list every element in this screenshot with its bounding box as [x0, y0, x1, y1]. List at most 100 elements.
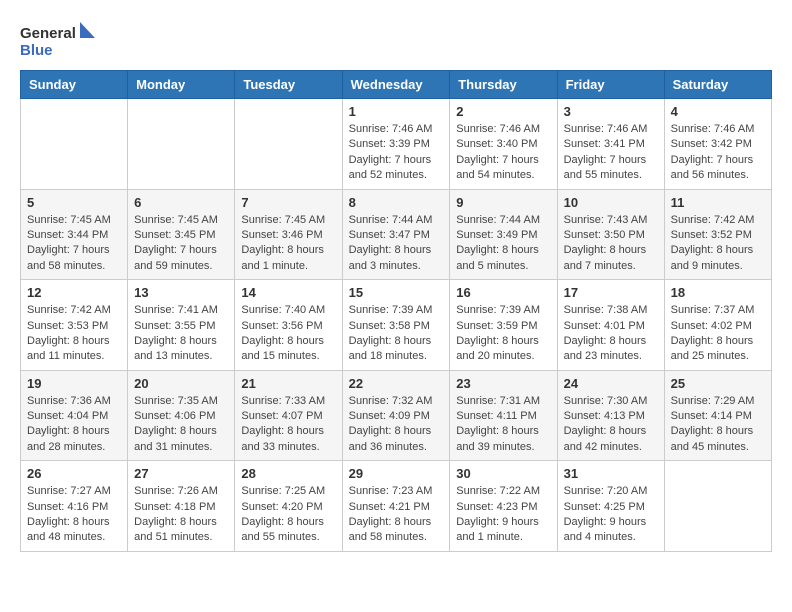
calendar-day-cell: 29Sunrise: 7:23 AM Sunset: 4:21 PM Dayli…: [342, 461, 450, 552]
generalblue-logo-icon: GeneralBlue: [20, 20, 100, 60]
calendar-week-row: 5 Sunrise: 7:45 AM Sunset: 3:44 PM Daylig…: [21, 189, 772, 280]
logo: GeneralBlue: [20, 20, 100, 60]
calendar-header-tuesday: Tuesday: [235, 71, 342, 99]
day-info: Sunrise: 7:45 AM Sunset: 3:45 PM Dayligh…: [134, 213, 228, 275]
day-number: 23: [456, 376, 550, 391]
day-info: Sunrise: 7:40 AM Sunset: 3:56 PM Dayligh…: [241, 303, 335, 365]
calendar-header-thursday: Thursday: [450, 71, 557, 99]
calendar-day-cell: 27 Sunrise: 7:26 AM Sunset: 4:18 PM Dayli…: [128, 461, 235, 552]
day-number: 19: [27, 376, 121, 391]
day-info: Sunrise: 7:45 AM Sunset: 3:46 PM Dayligh…: [241, 213, 335, 275]
day-number: 27: [134, 466, 228, 481]
day-info: Sunrise: 7:23 AM Sunset: 4:21 PM Dayligh…: [349, 484, 444, 546]
day-info: Sunrise: 7:29 AM Sunset: 4:14 PM Dayligh…: [671, 394, 765, 456]
calendar-day-cell: 15Sunrise: 7:39 AM Sunset: 3:58 PM Dayli…: [342, 280, 450, 371]
day-info: Sunrise: 7:36 AM Sunset: 4:04 PM Dayligh…: [27, 394, 121, 456]
day-info: Sunrise: 7:43 AM Sunset: 3:50 PM Dayligh…: [564, 213, 658, 275]
calendar-week-row: 12 Sunrise: 7:42 AM Sunset: 3:53 PM Dayli…: [21, 280, 772, 371]
calendar-day-cell: 19 Sunrise: 7:36 AM Sunset: 4:04 PM Dayli…: [21, 370, 128, 461]
day-info: Sunrise: 7:20 AM Sunset: 4:25 PM Dayligh…: [564, 484, 658, 546]
calendar-day-cell: 26 Sunrise: 7:27 AM Sunset: 4:16 PM Dayli…: [21, 461, 128, 552]
calendar-day-cell: 25 Sunrise: 7:29 AM Sunset: 4:14 PM Dayli…: [664, 370, 771, 461]
day-number: 2: [456, 104, 550, 119]
svg-text:Blue: Blue: [20, 42, 53, 59]
calendar-day-cell: 4 Sunrise: 7:46 AM Sunset: 3:42 PM Daylig…: [664, 99, 771, 190]
calendar-day-cell: 23 Sunrise: 7:31 AM Sunset: 4:11 PM Dayli…: [450, 370, 557, 461]
calendar-day-cell: 24 Sunrise: 7:30 AM Sunset: 4:13 PM Dayli…: [557, 370, 664, 461]
calendar-table: SundayMondayTuesdayWednesdayThursdayFrid…: [20, 70, 772, 552]
day-number: 13: [134, 285, 228, 300]
calendar-day-cell: [664, 461, 771, 552]
day-info: Sunrise: 7:41 AM Sunset: 3:55 PM Dayligh…: [134, 303, 228, 365]
day-number: 18: [671, 285, 765, 300]
calendar-header-wednesday: Wednesday: [342, 71, 450, 99]
day-info: Sunrise: 7:22 AM Sunset: 4:23 PM Dayligh…: [456, 484, 550, 546]
day-info: Sunrise: 7:32 AM Sunset: 4:09 PM Dayligh…: [349, 394, 444, 456]
calendar-day-cell: 18Sunrise: 7:37 AM Sunset: 4:02 PM Dayli…: [664, 280, 771, 371]
calendar-week-row: 26 Sunrise: 7:27 AM Sunset: 4:16 PM Dayli…: [21, 461, 772, 552]
day-number: 21: [241, 376, 335, 391]
day-info: Sunrise: 7:42 AM Sunset: 3:52 PM Dayligh…: [671, 213, 765, 275]
day-number: 8: [349, 195, 444, 210]
calendar-day-cell: 28Sunrise: 7:25 AM Sunset: 4:20 PM Dayli…: [235, 461, 342, 552]
day-info: Sunrise: 7:46 AM Sunset: 3:42 PM Dayligh…: [671, 122, 765, 184]
calendar-day-cell: 9 Sunrise: 7:44 AM Sunset: 3:49 PM Daylig…: [450, 189, 557, 280]
calendar-day-cell: 2 Sunrise: 7:46 AM Sunset: 3:40 PM Daylig…: [450, 99, 557, 190]
calendar-header-sunday: Sunday: [21, 71, 128, 99]
day-info: Sunrise: 7:38 AM Sunset: 4:01 PM Dayligh…: [564, 303, 658, 365]
day-info: Sunrise: 7:44 AM Sunset: 3:49 PM Dayligh…: [456, 213, 550, 275]
day-number: 17: [564, 285, 658, 300]
calendar-day-cell: 11 Sunrise: 7:42 AM Sunset: 3:52 PM Dayli…: [664, 189, 771, 280]
day-number: 28: [241, 466, 335, 481]
day-info: Sunrise: 7:46 AM Sunset: 3:39 PM Dayligh…: [349, 122, 444, 184]
day-number: 24: [564, 376, 658, 391]
day-info: Sunrise: 7:42 AM Sunset: 3:53 PM Dayligh…: [27, 303, 121, 365]
calendar-header-friday: Friday: [557, 71, 664, 99]
day-number: 10: [564, 195, 658, 210]
calendar-day-cell: 31 Sunrise: 7:20 AM Sunset: 4:25 PM Dayli…: [557, 461, 664, 552]
day-info: Sunrise: 7:39 AM Sunset: 3:59 PM Dayligh…: [456, 303, 550, 365]
calendar-day-cell: 22 Sunrise: 7:32 AM Sunset: 4:09 PM Dayli…: [342, 370, 450, 461]
calendar-header-saturday: Saturday: [664, 71, 771, 99]
day-number: 7: [241, 195, 335, 210]
day-number: 16: [456, 285, 550, 300]
calendar-day-cell: 20 Sunrise: 7:35 AM Sunset: 4:06 PM Dayli…: [128, 370, 235, 461]
calendar-day-cell: [21, 99, 128, 190]
day-number: 11: [671, 195, 765, 210]
day-info: Sunrise: 7:46 AM Sunset: 3:40 PM Dayligh…: [456, 122, 550, 184]
day-number: 20: [134, 376, 228, 391]
day-info: Sunrise: 7:46 AM Sunset: 3:41 PM Dayligh…: [564, 122, 658, 184]
day-info: Sunrise: 7:30 AM Sunset: 4:13 PM Dayligh…: [564, 394, 658, 456]
calendar-day-cell: 10 Sunrise: 7:43 AM Sunset: 3:50 PM Dayli…: [557, 189, 664, 280]
day-info: Sunrise: 7:27 AM Sunset: 4:16 PM Dayligh…: [27, 484, 121, 546]
calendar-day-cell: 6 Sunrise: 7:45 AM Sunset: 3:45 PM Daylig…: [128, 189, 235, 280]
calendar-week-row: 1 Sunrise: 7:46 AM Sunset: 3:39 PM Daylig…: [21, 99, 772, 190]
day-number: 14: [241, 285, 335, 300]
day-number: 4: [671, 104, 765, 119]
day-info: Sunrise: 7:33 AM Sunset: 4:07 PM Dayligh…: [241, 394, 335, 456]
day-number: 5: [27, 195, 121, 210]
day-info: Sunrise: 7:31 AM Sunset: 4:11 PM Dayligh…: [456, 394, 550, 456]
day-info: Sunrise: 7:26 AM Sunset: 4:18 PM Dayligh…: [134, 484, 228, 546]
day-info: Sunrise: 7:35 AM Sunset: 4:06 PM Dayligh…: [134, 394, 228, 456]
calendar-header-monday: Monday: [128, 71, 235, 99]
calendar-day-cell: 7 Sunrise: 7:45 AM Sunset: 3:46 PM Daylig…: [235, 189, 342, 280]
calendar-day-cell: 3 Sunrise: 7:46 AM Sunset: 3:41 PM Daylig…: [557, 99, 664, 190]
day-info: Sunrise: 7:39 AM Sunset: 3:58 PM Dayligh…: [349, 303, 444, 365]
day-number: 9: [456, 195, 550, 210]
day-number: 12: [27, 285, 121, 300]
day-number: 26: [27, 466, 121, 481]
calendar-day-cell: 14 Sunrise: 7:40 AM Sunset: 3:56 PM Dayli…: [235, 280, 342, 371]
day-number: 25: [671, 376, 765, 391]
day-info: Sunrise: 7:44 AM Sunset: 3:47 PM Dayligh…: [349, 213, 444, 275]
day-info: Sunrise: 7:45 AM Sunset: 3:44 PM Dayligh…: [27, 213, 121, 275]
day-number: 31: [564, 466, 658, 481]
day-number: 3: [564, 104, 658, 119]
svg-text:General: General: [20, 25, 76, 42]
day-number: 22: [349, 376, 444, 391]
day-number: 1: [349, 104, 444, 119]
calendar-day-cell: 21 Sunrise: 7:33 AM Sunset: 4:07 PM Dayli…: [235, 370, 342, 461]
calendar-day-cell: 8 Sunrise: 7:44 AM Sunset: 3:47 PM Daylig…: [342, 189, 450, 280]
calendar-day-cell: 17 Sunrise: 7:38 AM Sunset: 4:01 PM Dayli…: [557, 280, 664, 371]
day-number: 6: [134, 195, 228, 210]
